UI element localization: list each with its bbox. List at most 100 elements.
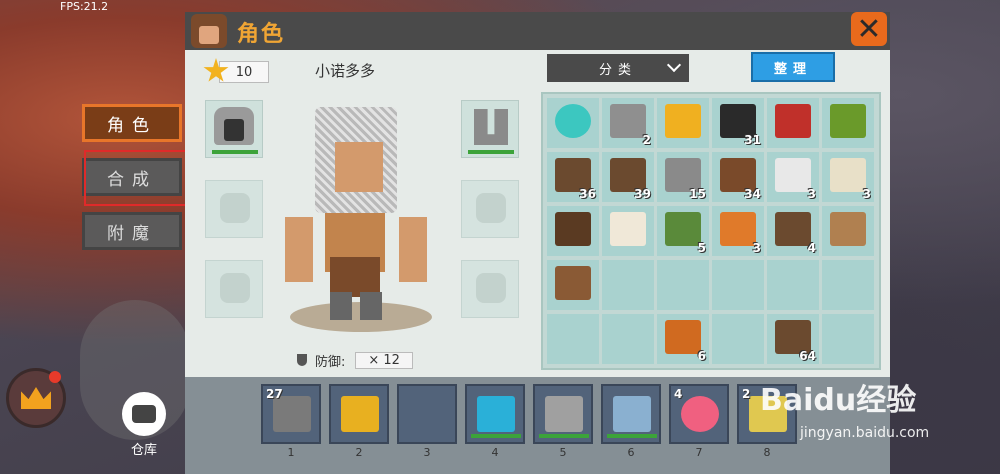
item-count: 27 [266,387,283,401]
hotbar-slot-number: 7 [695,446,703,459]
inventory-slot[interactable]: 36 [547,152,599,202]
inventory-slot[interactable] [547,314,599,364]
item-count: 2 [642,133,651,147]
mount-placeholder-icon [476,273,506,303]
chest-icon [132,405,156,423]
character-arm-left [285,217,313,282]
hotbar-slot-number: 8 [763,446,771,459]
inventory-slot[interactable]: 34 [712,152,764,202]
inventory-slot[interactable] [547,206,599,256]
inventory-slot[interactable]: 3 [767,152,819,202]
player-name: 小诺多多 [315,62,376,80]
hotbar-slot[interactable]: 4 [669,384,729,444]
watermark-brand: Baidu经验 [760,383,917,418]
red-flower-icon [775,104,811,138]
inventory-slot[interactable] [602,260,654,310]
inventory-slot[interactable]: 64 [767,314,819,364]
stone-icon [610,104,646,138]
item-count: 4 [807,241,816,255]
equip-slot-legs[interactable] [205,260,263,318]
inventory-slot[interactable] [547,98,599,148]
inventory-slot[interactable] [602,314,654,364]
equip-slot-feet[interactable] [461,100,519,158]
inventory-slot[interactable]: 3 [712,206,764,256]
inventory-slot[interactable] [712,314,764,364]
inventory-slot[interactable]: 5 [657,206,709,256]
tab-enchant[interactable]: 附魔 [82,212,182,250]
boat-icon [555,266,591,300]
durability-bar [468,150,514,154]
hotbar-slot-number: 6 [627,446,635,459]
cape-placeholder-icon [476,193,506,223]
hotbar-slot[interactable] [601,384,661,444]
leg-armor-placeholder-icon [220,273,250,303]
inventory-slot[interactable] [822,206,874,256]
item-count: 3 [862,187,871,201]
boots-icon [474,109,508,145]
durability-bar [607,434,657,438]
chest-armor-placeholder-icon [220,193,250,223]
item-count: 6 [697,349,706,363]
helmet-icon [214,107,254,145]
item-count: 2 [742,387,751,401]
hotbar-slot[interactable] [329,384,389,444]
gold-pickaxe-icon [341,396,379,432]
equip-slot-head[interactable] [205,100,263,158]
inventory-slot[interactable] [657,260,709,310]
notification-dot [49,371,61,383]
inventory-slot[interactable] [822,314,874,364]
tab-character[interactable]: 角色 [82,104,182,142]
hotbar-slot[interactable]: 27 [261,384,321,444]
tidy-button[interactable]: 整理 [751,52,835,82]
water-orb-icon [555,104,591,138]
hotbar-slot-number: 4 [491,446,499,459]
tree-sapling-icon [830,104,866,138]
item-count: 64 [799,349,816,363]
inventory-slot[interactable]: 3 [822,152,874,202]
hotbar-slot-number: 2 [355,446,363,459]
watermark: Baidu经验 jingyan.baidu.com [760,375,929,441]
inventory-slot[interactable] [712,260,764,310]
item-count: 36 [579,187,596,201]
inventory-slot[interactable]: 6 [657,314,709,364]
pumpkin-icon [665,320,701,354]
hotbar-slot-number: 3 [423,446,431,459]
equip-slot-chest[interactable] [205,180,263,238]
item-count: 39 [634,187,651,201]
inventory-slot[interactable] [822,98,874,148]
close-button[interactable]: ✕ [851,12,887,47]
storage-button[interactable]: 仓库 [118,392,170,458]
hotbar-slot[interactable] [465,384,525,444]
inventory-slot[interactable]: 31 [712,98,764,148]
vip-button[interactable] [6,368,66,428]
character-arm-right [399,217,427,282]
candy-icon [681,396,719,432]
character-skirt [330,257,380,297]
equip-slot-cape[interactable] [461,180,519,238]
item-count: 34 [744,187,761,201]
inventory-slot[interactable] [547,260,599,310]
inventory-slot[interactable] [602,206,654,256]
sunflower-icon [665,104,701,138]
watermark-url: jingyan.baidu.com [800,425,930,441]
inventory-slot[interactable]: 39 [602,152,654,202]
durability-bar [471,434,521,438]
bookshelf-icon [555,212,591,246]
fps-counter: FPS:21.2 [60,0,109,13]
equip-slot-mount[interactable] [461,260,519,318]
inventory-slot[interactable]: 15 [657,152,709,202]
sugarcane-icon [665,212,701,246]
panel-title: 角色 [237,22,286,47]
inventory-slot[interactable] [767,260,819,310]
inventory-slot[interactable] [767,98,819,148]
hotbar-slot[interactable] [533,384,593,444]
inventory-slot[interactable] [657,98,709,148]
sort-dropdown[interactable]: 分类 [547,54,689,82]
hotbar-slot-number: 1 [287,446,295,459]
inventory-slot[interactable]: 2 [602,98,654,148]
character-leg-right [360,292,382,320]
hotbar-slot[interactable] [397,384,457,444]
item-count: 3 [807,187,816,201]
inventory-slot[interactable] [822,260,874,310]
inventory-slot[interactable]: 4 [767,206,819,256]
